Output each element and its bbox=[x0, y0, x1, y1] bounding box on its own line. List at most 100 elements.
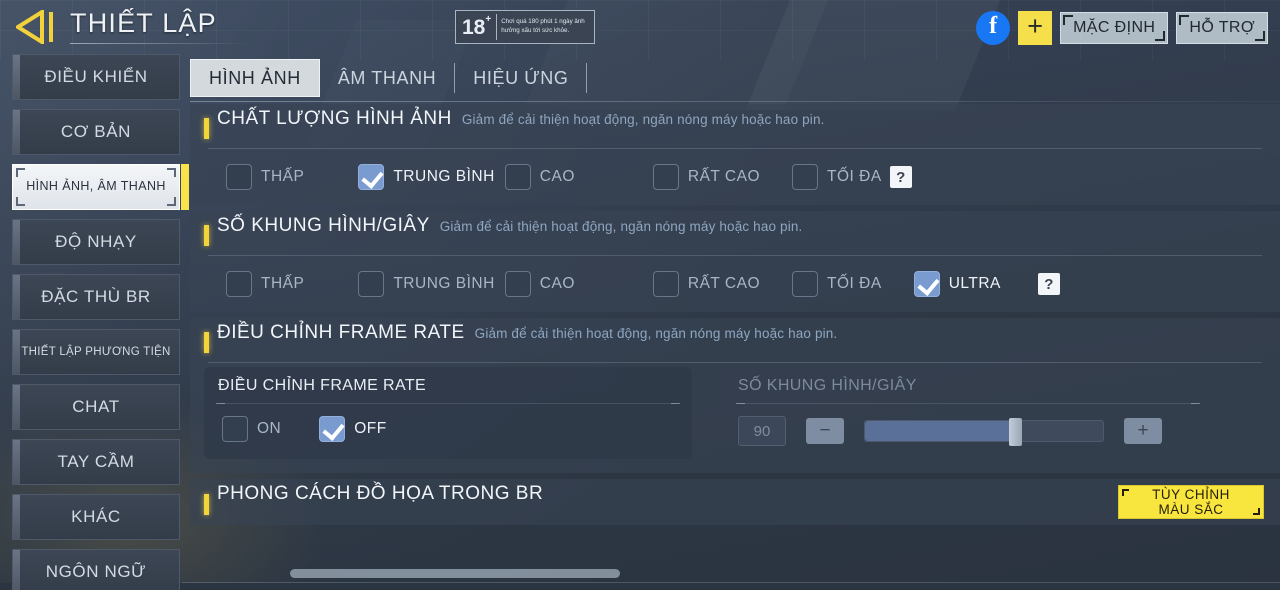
checkbox-icon[interactable] bbox=[504, 164, 531, 190]
option-toi-da[interactable]: TỐI ĐA bbox=[792, 164, 882, 190]
checkbox-checked-icon[interactable] bbox=[319, 416, 346, 442]
accent-bar-icon bbox=[204, 493, 209, 515]
checkbox-icon[interactable] bbox=[652, 271, 679, 297]
customize-color-button[interactable]: TÙY CHỈNH MÀU SẮC bbox=[1118, 485, 1264, 519]
option-frame-rate-on[interactable]: ON bbox=[222, 416, 281, 442]
option-rat-cao[interactable]: RẤT CAO bbox=[652, 164, 761, 190]
fps-slider[interactable] bbox=[864, 418, 1104, 446]
facebook-icon[interactable]: f bbox=[976, 11, 1011, 45]
option-fps-rat-cao[interactable]: RẤT CAO bbox=[652, 271, 761, 297]
checkbox-icon[interactable] bbox=[652, 164, 679, 190]
section-subtitle: Giảm để cải thiện hoạt động, ngăn nóng m… bbox=[461, 112, 825, 127]
tab-hinh-anh[interactable]: HÌNH ẢNH bbox=[190, 59, 320, 97]
sidebar-item-label: TAY CẦM bbox=[57, 452, 135, 471]
sidebar-item-thiet-lap-phuong-tien[interactable]: THIẾT LẬP PHƯƠNG TIỆN bbox=[12, 329, 180, 375]
option-label: RẤT CAO bbox=[687, 275, 761, 292]
subpanel-divider bbox=[736, 403, 1200, 404]
section-header: PHONG CÁCH ĐỒ HỌA TRONG BR bbox=[204, 479, 1266, 525]
tab-label: ÂM THANH bbox=[337, 67, 437, 88]
sidebar-item-do-nhay[interactable]: ĐỘ NHẠY bbox=[12, 219, 180, 265]
customize-color-line2: MÀU SẮC bbox=[1158, 502, 1224, 517]
checkbox-icon[interactable] bbox=[504, 271, 531, 297]
default-button[interactable]: MẶC ĐỊNH bbox=[1060, 12, 1169, 44]
option-fps-ultra[interactable]: ULTRA bbox=[913, 271, 1001, 297]
option-frame-rate-off[interactable]: OFF bbox=[319, 416, 387, 442]
age-badge-divider bbox=[496, 14, 498, 40]
checkbox-icon[interactable] bbox=[792, 271, 819, 297]
option-label: CAO bbox=[539, 168, 575, 185]
option-cao[interactable]: CAO bbox=[504, 164, 575, 190]
section-br-graphic-style: PHONG CÁCH ĐỒ HỌA TRONG BR TÙY CHỈNH MÀU… bbox=[190, 479, 1280, 525]
sidebar-item-ngon-ngu[interactable]: NGÔN NGỮ bbox=[12, 549, 180, 590]
sidebar-item-hinh-anh-am-thanh[interactable]: HÌNH ẢNH, ÂM THANH bbox=[12, 164, 189, 210]
fps-slider-handle[interactable] bbox=[1008, 418, 1022, 446]
help-icon[interactable]: ? bbox=[889, 166, 912, 188]
age-rating-number: 18 + bbox=[457, 12, 493, 42]
corner-bracket-icon bbox=[167, 168, 176, 177]
tab-am-thanh[interactable]: ÂM THANH bbox=[320, 59, 454, 97]
help-icon[interactable]: ? bbox=[1037, 273, 1060, 295]
option-fps-trung-binh[interactable]: TRUNG BÌNH bbox=[358, 271, 494, 297]
option-label: OFF bbox=[354, 420, 387, 437]
section-title: ĐIỀU CHỈNH FRAME RATE bbox=[217, 322, 465, 343]
tab-hieu-ung[interactable]: HIỆU ỨNG bbox=[455, 59, 586, 97]
support-button[interactable]: HỖ TRỢ bbox=[1176, 12, 1268, 44]
fps-slider-panel: SỐ KHUNG HÌNH/GIÂY 90 − + bbox=[724, 367, 1212, 459]
option-fps-toi-da[interactable]: TỐI ĐA bbox=[792, 271, 882, 297]
checkbox-icon[interactable] bbox=[222, 416, 248, 442]
sidebar-item-label: ĐẶC THÙ BR bbox=[41, 287, 151, 306]
header-actions: f + MẶC ĐỊNH HỖ TRỢ bbox=[976, 11, 1268, 45]
subpanel-options: ON OFF bbox=[218, 404, 678, 442]
checkbox-icon[interactable] bbox=[792, 164, 819, 190]
checkbox-icon[interactable] bbox=[358, 271, 385, 297]
section-subtitle: Giảm để cải thiện hoạt động, ngăn nóng m… bbox=[439, 219, 803, 234]
sidebar-item-dac-thu-br[interactable]: ĐẶC THÙ BR bbox=[12, 274, 180, 320]
sidebar-item-label: ĐỘ NHẠY bbox=[55, 232, 137, 251]
sidebar-item-label: HÌNH ẢNH, ÂM THANH bbox=[26, 179, 166, 194]
customize-color-line1: TÙY CHỈNH bbox=[1152, 486, 1230, 502]
option-label: TỐI ĐA bbox=[827, 275, 882, 292]
checkbox-icon[interactable] bbox=[226, 164, 252, 190]
back-button[interactable] bbox=[16, 7, 58, 47]
option-fps-thap[interactable]: THẤP bbox=[226, 271, 304, 297]
tab-bar-underline bbox=[190, 101, 1280, 102]
settings-screen: THIẾT LẬP 18 + Chơi quá 180 phút 1 ngày … bbox=[0, 0, 1280, 590]
sidebar-item-label: ĐIỀU KHIỂN bbox=[44, 67, 148, 86]
option-label: RẤT CAO bbox=[687, 168, 761, 185]
accent-bar-icon bbox=[204, 117, 209, 139]
sidebar-item-tay-cam[interactable]: TAY CẦM bbox=[12, 439, 180, 485]
sidebar-item-co-ban[interactable]: CƠ BẢN bbox=[12, 109, 180, 155]
fps-slider-fill bbox=[865, 421, 1015, 441]
checkbox-checked-icon[interactable] bbox=[913, 271, 940, 297]
fps-decrease-button[interactable]: − bbox=[806, 418, 844, 444]
sidebar-item-label: CƠ BẢN bbox=[60, 122, 132, 141]
section-title: CHẤT LƯỢNG HÌNH ẢNH bbox=[217, 108, 452, 129]
section-title: PHONG CÁCH ĐỒ HỌA TRONG BR bbox=[217, 483, 544, 504]
section-title: SỐ KHUNG HÌNH/GIÂY bbox=[217, 215, 430, 236]
option-thap[interactable]: THẤP bbox=[226, 164, 304, 190]
sidebar-item-dieu-khien[interactable]: ĐIỀU KHIỂN bbox=[12, 54, 180, 100]
back-accent-bar bbox=[49, 12, 53, 42]
section-subtitle: Giảm để cải thiện hoạt động, ngăn nóng m… bbox=[474, 326, 838, 341]
content-area: HÌNH ẢNH ÂM THANH HIỆU ỨNG CHẤT LƯỢNG HÌ… bbox=[182, 54, 1280, 590]
option-trung-binh[interactable]: TRUNG BÌNH bbox=[358, 164, 494, 190]
section-frames-per-second: SỐ KHUNG HÌNH/GIÂY Giảm để cải thiện hoạ… bbox=[190, 211, 1280, 312]
checkbox-checked-icon[interactable] bbox=[358, 164, 385, 190]
option-fps-cao[interactable]: CAO bbox=[504, 271, 575, 297]
corner-bracket-icon bbox=[1253, 508, 1260, 515]
sidebar-item-khac[interactable]: KHÁC bbox=[12, 494, 180, 540]
frame-rate-toggle-panel: ĐIỀU CHỈNH FRAME RATE ON OFF bbox=[204, 367, 692, 459]
section-graphics-quality: CHẤT LƯỢNG HÌNH ẢNH Giảm để cải thiện ho… bbox=[190, 104, 1280, 205]
age-rating-plus: + bbox=[485, 14, 492, 25]
tab-label: HÌNH ẢNH bbox=[209, 67, 301, 88]
header: THIẾT LẬP 18 + Chơi quá 180 phút 1 ngày … bbox=[0, 0, 1280, 56]
sidebar: ĐIỀU KHIỂN CƠ BẢN HÌNH ẢNH, ÂM THANH ĐỘ … bbox=[12, 54, 189, 590]
subpanel-divider bbox=[216, 403, 680, 404]
section-options: THẤP TRUNG BÌNH CAO RẤT CAO bbox=[204, 256, 1266, 312]
fps-increase-button[interactable]: + bbox=[1124, 418, 1162, 444]
checkbox-icon[interactable] bbox=[226, 271, 252, 297]
sidebar-item-chat[interactable]: CHAT bbox=[12, 384, 180, 430]
frame-rate-subpanels: ĐIỀU CHỈNH FRAME RATE ON OFF SỐ KHUNG HÌ… bbox=[204, 363, 1266, 473]
option-label: TRUNG BÌNH bbox=[393, 168, 495, 185]
plus-icon[interactable]: + bbox=[1018, 11, 1053, 45]
